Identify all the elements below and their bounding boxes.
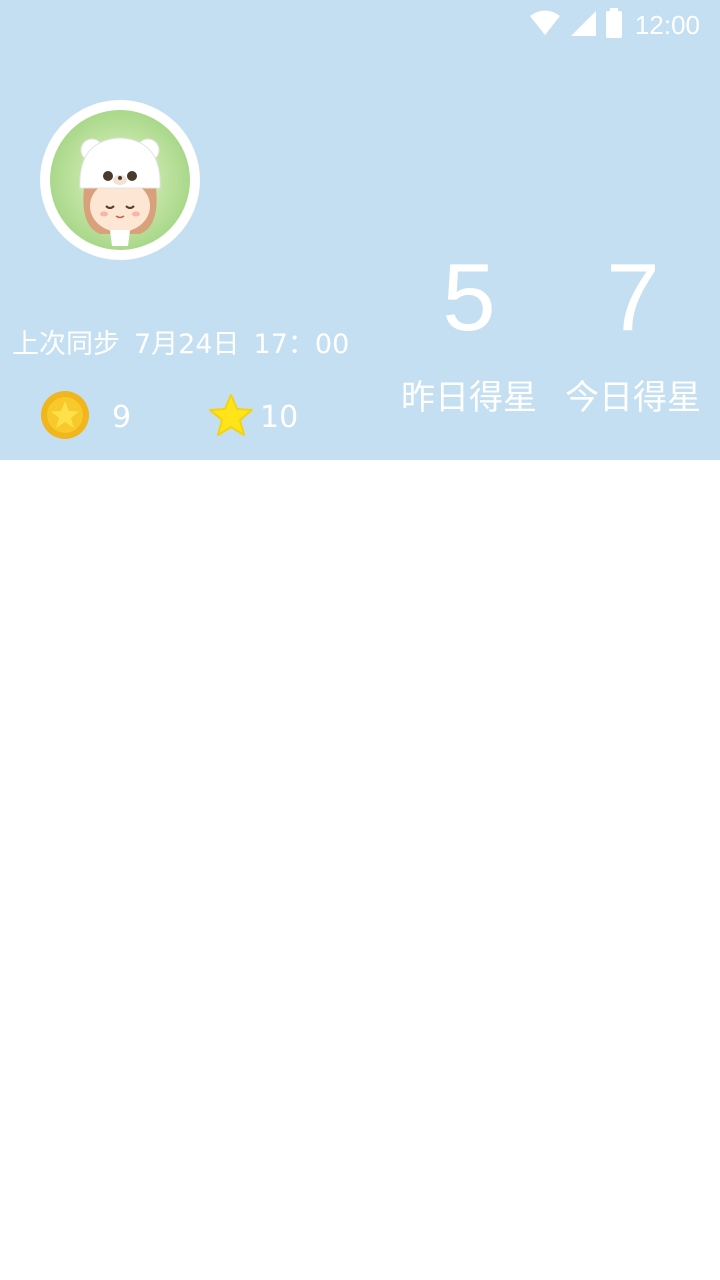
yesterday-stars-label: 昨日得星 (401, 378, 537, 418)
sync-label: 上次同步 (12, 329, 120, 360)
star-count: 10 (260, 399, 299, 435)
coin-icon (40, 390, 90, 444)
status-time: 12:00 (634, 9, 700, 40)
yesterday-stars-stat: 5 昨日得星 (396, 250, 542, 419)
currency-row: 9 10 (40, 390, 299, 444)
yesterday-stars-value: 5 (442, 244, 496, 351)
today-stars-stat: 7 今日得星 (560, 250, 706, 419)
avatar-girl-bear-hat-icon (50, 110, 190, 250)
sync-time: 17：00 (253, 329, 350, 360)
wifi-icon (529, 9, 561, 41)
profile-header: 12:00 上次同步 7月24日 17：00 9 10 5 昨日得星 7 今日得… (0, 0, 720, 460)
sync-date: 7月24日 (134, 329, 240, 360)
star-icon (208, 393, 254, 441)
status-icons: 12:00 (529, 8, 700, 42)
cellular-signal-icon (569, 9, 597, 41)
coin-count: 9 (112, 399, 132, 435)
today-stars-label: 今日得星 (565, 378, 701, 418)
last-sync-info: 上次同步 7月24日 17：00 (12, 322, 363, 361)
status-bar: 12:00 (0, 0, 720, 48)
avatar[interactable] (40, 100, 200, 260)
battery-icon (605, 8, 623, 42)
today-stars-value: 7 (606, 244, 660, 351)
screen: 12:00 上次同步 7月24日 17：00 9 10 5 昨日得星 7 今日得… (0, 0, 720, 1280)
main-content-area (0, 460, 720, 1280)
